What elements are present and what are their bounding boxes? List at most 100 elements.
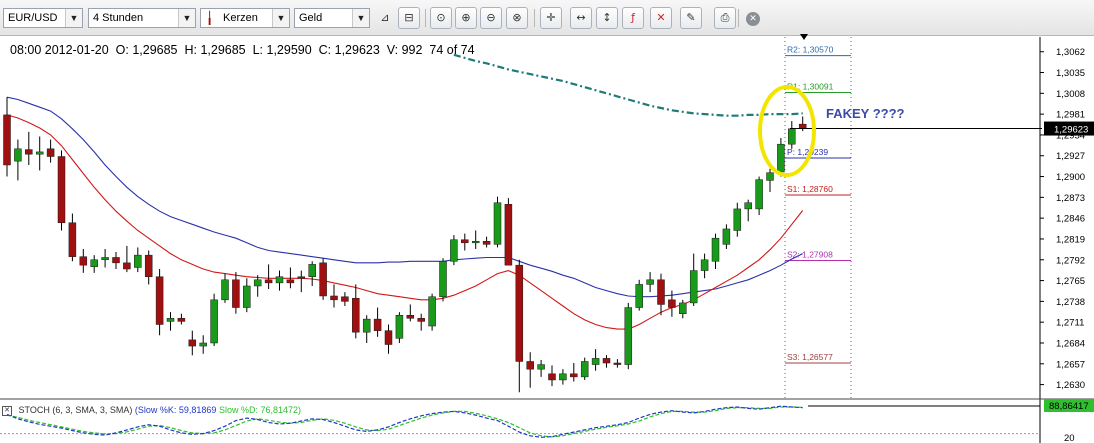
bull-candle — [428, 296, 436, 327]
bull-candle — [253, 279, 262, 287]
bull-candle — [788, 128, 796, 145]
price-tick-label: 1,2711 — [1056, 318, 1084, 329]
bull-candle — [722, 228, 731, 245]
bear-candle — [46, 148, 55, 157]
bull-candle — [700, 259, 709, 271]
bull-candle — [635, 284, 643, 308]
bear-candle — [330, 295, 338, 301]
price-tick-label: 1,2792 — [1056, 255, 1085, 266]
bar-volume: V: 992 — [386, 43, 423, 57]
bear-candle — [526, 361, 534, 370]
bull-candle — [90, 259, 98, 267]
price-tick-label: 1,2927 — [1056, 151, 1085, 162]
bear-candle — [112, 257, 120, 264]
bull-candle — [395, 314, 404, 339]
price-tick-label: 1,3035 — [1056, 68, 1085, 79]
bull-candle — [537, 364, 545, 370]
ohlc-readout: 08:00 2012-01-20 O: 1,29685 H: 1,29685 L… — [10, 43, 475, 57]
price-tick-label: 1,2630 — [1056, 380, 1085, 391]
bear-candle — [352, 298, 360, 333]
bull-candle — [624, 307, 633, 365]
bar-datetime: 08:00 2012-01-20 — [10, 43, 109, 57]
bull-candle — [308, 264, 316, 277]
bar-count: 74 of 74 — [429, 43, 475, 57]
bear-candle — [3, 114, 11, 166]
bear-candle — [548, 373, 556, 381]
price-tick-label: 1,2873 — [1056, 193, 1085, 204]
bar-close: C: 1,29623 — [318, 43, 380, 57]
stoch-label: STOCH (6, 3, SMA, 3, SMA) — [18, 405, 133, 415]
bear-candle — [482, 241, 491, 245]
price-chart[interactable]: R2: 1,30570R1: 1,30091P: 1,29239S1: 1,28… — [0, 0, 1094, 443]
bull-candle — [493, 202, 502, 245]
bear-candle — [79, 256, 88, 266]
bear-candle — [232, 279, 240, 308]
bear-candle — [123, 262, 131, 270]
bear-candle — [68, 222, 77, 257]
bull-candle — [199, 342, 207, 347]
bull-candle — [744, 202, 752, 210]
bull-candle — [275, 276, 284, 284]
stoch-axis-label: 20 — [1064, 433, 1075, 443]
stoch-header: ✕ STOCH (6, 3, SMA, 3, SMA) (Slow %K: 59… — [2, 405, 301, 416]
pivot-label: S1: 1,28760 — [787, 184, 833, 194]
bear-candle — [177, 318, 186, 322]
bull-candle — [689, 270, 698, 304]
bull-candle — [646, 279, 654, 285]
bear-candle — [570, 373, 578, 378]
pivot-label: S3: 1,26577 — [787, 352, 833, 362]
fakey-annotation: FAKEY ???? — [826, 106, 905, 121]
bull-candle — [221, 279, 229, 301]
bull-candle — [210, 299, 218, 344]
bear-candle — [25, 149, 33, 155]
bear-candle — [373, 318, 382, 331]
bull-candle — [777, 143, 785, 173]
bull-candle — [439, 261, 447, 297]
bear-candle — [319, 262, 327, 297]
price-tick-label: 1,2657 — [1056, 359, 1085, 370]
bear-candle — [286, 279, 295, 284]
price-tick-label: 1,3062 — [1056, 47, 1085, 58]
price-tick-label: 1,2981 — [1056, 110, 1085, 121]
stoch-slow-d: Slow %D: 76,81472) — [218, 405, 302, 415]
bull-candle — [766, 172, 774, 181]
price-tick-label: 1,2900 — [1056, 172, 1085, 183]
bear-candle — [341, 296, 349, 302]
bull-candle — [679, 302, 687, 314]
bear-candle — [461, 239, 469, 244]
price-tick-label: 1,2684 — [1056, 338, 1085, 349]
bear-candle — [406, 314, 415, 319]
bull-candle — [243, 285, 251, 308]
bear-candle — [504, 204, 513, 266]
bear-candle — [657, 279, 665, 305]
price-tick-label: 1,2738 — [1056, 297, 1085, 308]
bar-low: L: 1,29590 — [252, 43, 312, 57]
bear-candle — [613, 362, 622, 365]
bear-candle — [144, 254, 153, 277]
bear-candle — [515, 264, 524, 362]
bull-candle — [14, 148, 22, 162]
bull-candle — [591, 358, 600, 365]
bear-candle — [57, 156, 66, 224]
pivot-label: R2: 1,30570 — [787, 45, 834, 55]
stoch-value-label: 88,86417 — [1049, 401, 1089, 412]
bull-candle — [450, 239, 458, 262]
stoch-slow-k: (Slow %K: 59,81869 — [134, 405, 217, 415]
bear-candle — [297, 276, 306, 279]
bear-candle — [188, 339, 197, 347]
close-pane-icon[interactable]: ✕ — [2, 405, 12, 416]
bar-high: H: 1,29685 — [184, 43, 246, 57]
bull-candle — [101, 257, 109, 261]
bull-candle — [362, 318, 371, 333]
bull-candle — [711, 237, 720, 262]
bull-candle — [471, 241, 480, 244]
last-price-label: 1,29623 — [1054, 125, 1088, 136]
bear-candle — [155, 276, 164, 325]
bear-candle — [668, 299, 676, 308]
bull-candle — [559, 373, 567, 381]
bear-candle — [417, 318, 425, 322]
bull-candle — [35, 151, 44, 155]
bull-candle — [755, 179, 763, 210]
bull-candle — [733, 208, 742, 231]
price-tick-label: 1,2846 — [1056, 214, 1085, 225]
